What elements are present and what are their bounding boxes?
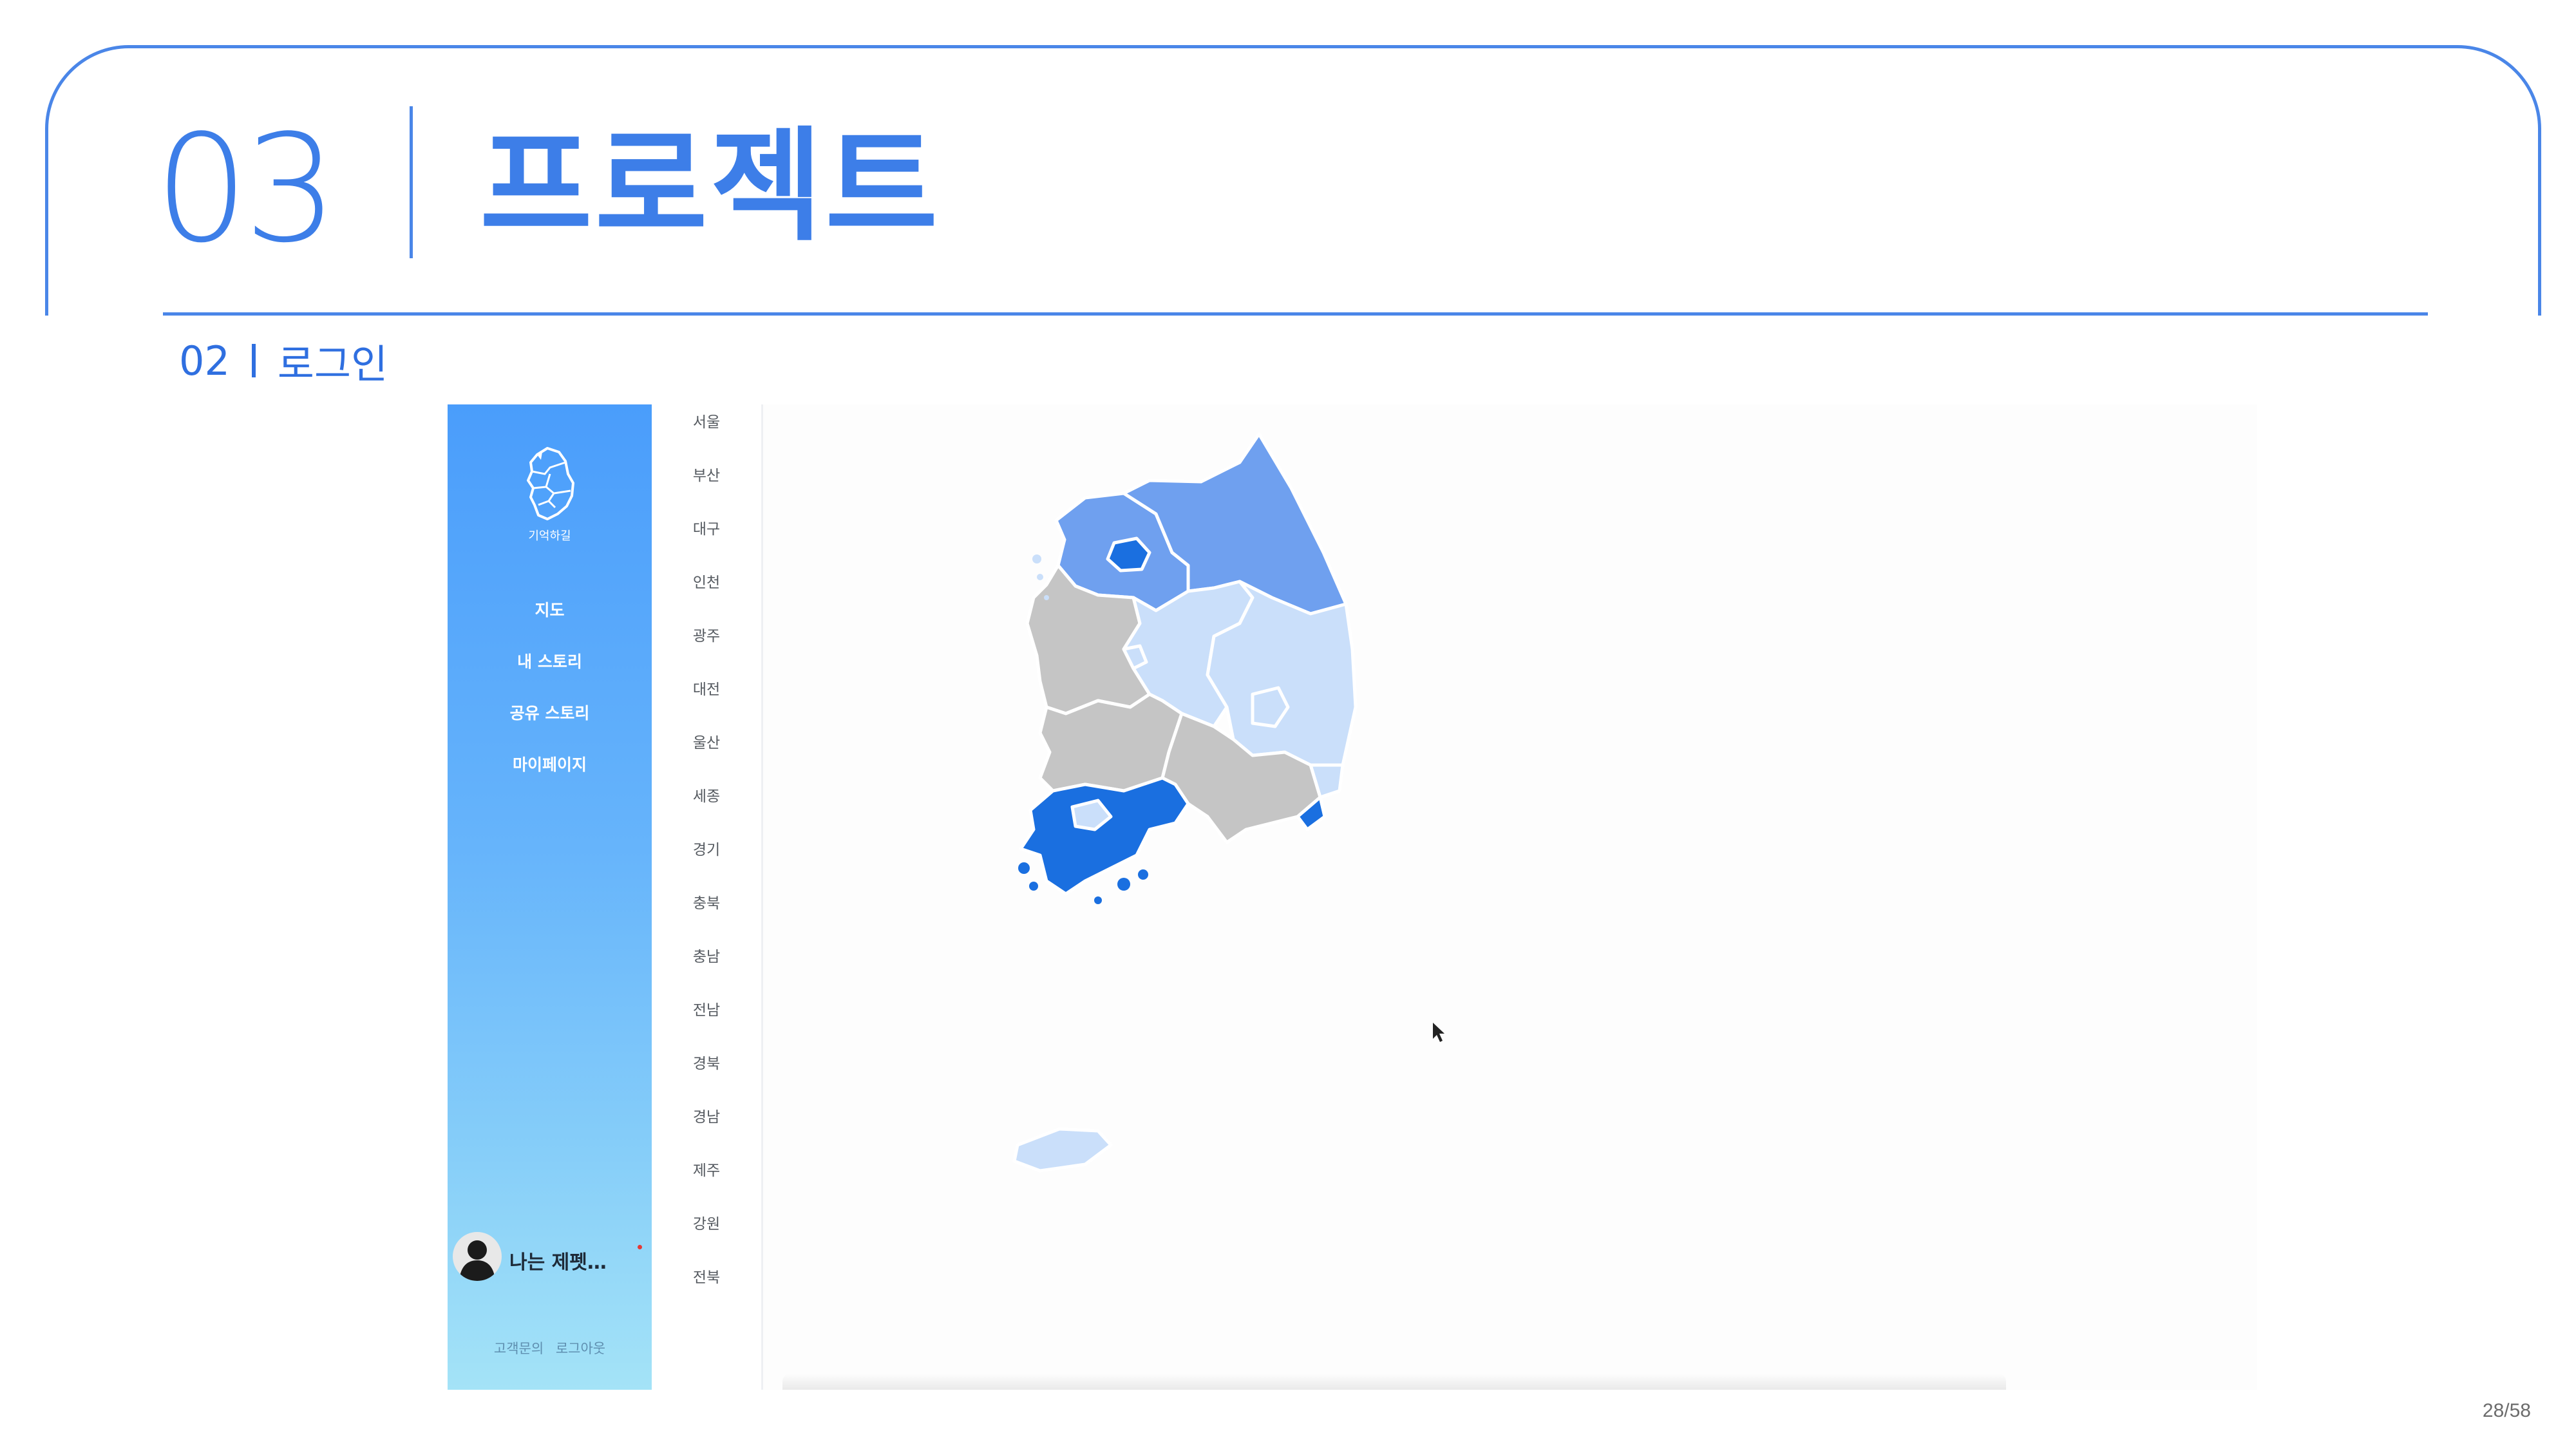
user-profile[interactable]: 나는 제펫… bbox=[448, 1232, 652, 1286]
region-item-jeonnam[interactable]: 전남 bbox=[652, 998, 761, 1019]
nav-shared-story[interactable]: 공유 스토리 bbox=[448, 701, 652, 724]
region-item-incheon[interactable]: 인천 bbox=[652, 570, 761, 592]
user-silhouette-icon bbox=[459, 1240, 495, 1281]
contact-link[interactable]: 고객문의 bbox=[494, 1341, 544, 1356]
avatar[interactable] bbox=[453, 1232, 502, 1281]
nav-my-page[interactable]: 마이페이지 bbox=[448, 752, 652, 775]
map-jeju[interactable] bbox=[1012, 1127, 1113, 1173]
region-item-chungnam[interactable]: 충남 bbox=[652, 944, 761, 966]
korea-map-logo-icon[interactable] bbox=[509, 443, 592, 527]
panel-shadow bbox=[782, 1374, 2006, 1390]
region-item-chungbuk[interactable]: 충북 bbox=[652, 891, 761, 913]
section-title: 프로젝트 bbox=[480, 115, 941, 258]
breadcrumb-separator bbox=[251, 344, 256, 377]
map-area bbox=[763, 404, 2257, 1390]
region-item-gyeonggi[interactable]: 경기 bbox=[652, 837, 761, 859]
mouse-cursor-icon bbox=[1433, 1023, 1444, 1042]
region-item-jeonbuk[interactable]: 전북 bbox=[652, 1265, 761, 1287]
sidebar: 기억하길 지도 내 스토리 공유 스토리 마이페이지 나는 제펫… 고객문의 로… bbox=[448, 404, 652, 1390]
region-item-gwangju[interactable]: 광주 bbox=[652, 623, 761, 645]
app-screenshot: 기억하길 지도 내 스토리 공유 스토리 마이페이지 나는 제펫… 고객문의 로… bbox=[448, 404, 2257, 1390]
korea-map bbox=[1012, 432, 1444, 1173]
subsection-number: 02 bbox=[179, 337, 230, 384]
section-number: 03 bbox=[155, 104, 338, 276]
breadcrumb: 02 로그인 bbox=[179, 335, 388, 388]
slide-header-frame bbox=[45, 45, 2541, 316]
region-item-gyeongbuk[interactable]: 경북 bbox=[652, 1051, 761, 1073]
nav-my-story[interactable]: 내 스토리 bbox=[448, 649, 652, 672]
page-number: 28/58 bbox=[2482, 1400, 2531, 1421]
region-item-gyeongnam[interactable]: 경남 bbox=[652, 1104, 761, 1126]
region-item-daejeon[interactable]: 대전 bbox=[652, 677, 761, 699]
logout-link[interactable]: 로그아웃 bbox=[556, 1341, 605, 1356]
header-rule bbox=[163, 312, 2428, 316]
map-jeonnam[interactable] bbox=[1019, 776, 1190, 896]
notification-dot bbox=[638, 1245, 642, 1249]
region-item-busan[interactable]: 부산 bbox=[652, 463, 761, 485]
subsection-title: 로그인 bbox=[277, 341, 388, 388]
region-item-gangwon[interactable]: 강원 bbox=[652, 1211, 761, 1233]
sidebar-footer: 고객문의 로그아웃 bbox=[448, 1338, 652, 1358]
region-item-seoul[interactable]: 서울 bbox=[652, 410, 761, 431]
region-list: 서울 부산 대구 인천 광주 대전 울산 세종 경기 충북 충남 전남 경북 경… bbox=[652, 404, 763, 1390]
logo-text: 기억하길 bbox=[528, 529, 571, 543]
region-item-sejong[interactable]: 세종 bbox=[652, 784, 761, 806]
region-item-daegu[interactable]: 대구 bbox=[652, 516, 761, 538]
region-item-jeju[interactable]: 제주 bbox=[652, 1158, 761, 1180]
title-divider bbox=[410, 106, 413, 258]
nav-map[interactable]: 지도 bbox=[448, 598, 652, 621]
region-item-ulsan[interactable]: 울산 bbox=[652, 730, 761, 752]
user-name: 나는 제펫… bbox=[509, 1251, 607, 1274]
